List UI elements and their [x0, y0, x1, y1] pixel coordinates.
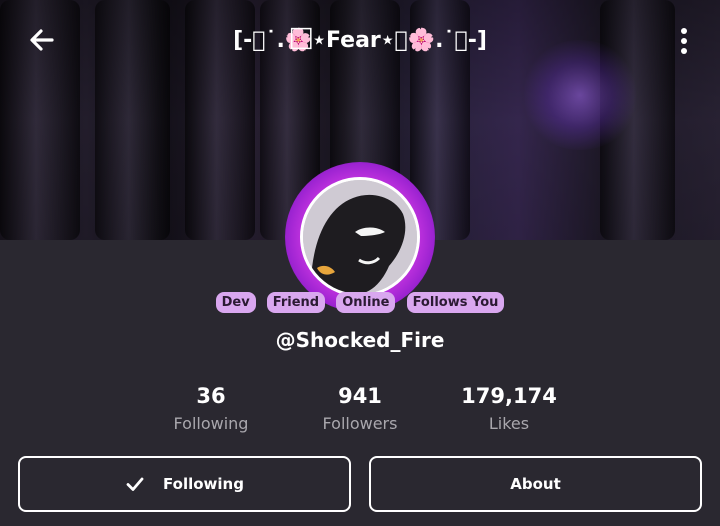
stat-following-value: 36	[196, 384, 226, 408]
avatar[interactable]	[300, 177, 420, 297]
badge-online: Online	[336, 292, 396, 313]
stat-likes-value: 179,174	[461, 384, 557, 408]
stat-followers[interactable]: 941 Followers	[295, 384, 425, 433]
username-handle: @Shocked_Fire	[275, 328, 445, 352]
badge-dev: Dev	[215, 292, 256, 313]
badge-friend: Friend	[266, 292, 326, 313]
page-title: [-⃞˙.🌸⃞⋆Fear⋆⃞🌸.˙⃞-]	[233, 28, 487, 53]
badge-row: Dev Friend Online Follows You	[0, 291, 720, 313]
checkmark-icon	[125, 474, 145, 494]
about-button-label: About	[510, 475, 561, 493]
back-arrow-icon[interactable]	[26, 24, 58, 56]
stat-likes[interactable]: 179,174 Likes	[444, 384, 574, 433]
avatar-frame	[285, 162, 435, 312]
more-vertical-icon[interactable]	[670, 26, 698, 56]
stat-following[interactable]: 36 Following	[146, 384, 276, 433]
stat-followers-label: Followers	[322, 414, 398, 433]
top-bar: [-⃞˙.🌸⃞⋆Fear⋆⃞🌸.˙⃞-]	[0, 0, 720, 80]
badge-follows-you: Follows You	[406, 292, 505, 313]
stat-likes-label: Likes	[488, 414, 530, 433]
stat-followers-value: 941	[338, 384, 382, 408]
following-button[interactable]: Following	[18, 456, 351, 512]
following-button-label: Following	[163, 475, 244, 493]
about-button[interactable]: About	[369, 456, 702, 512]
stat-following-label: Following	[173, 414, 249, 433]
